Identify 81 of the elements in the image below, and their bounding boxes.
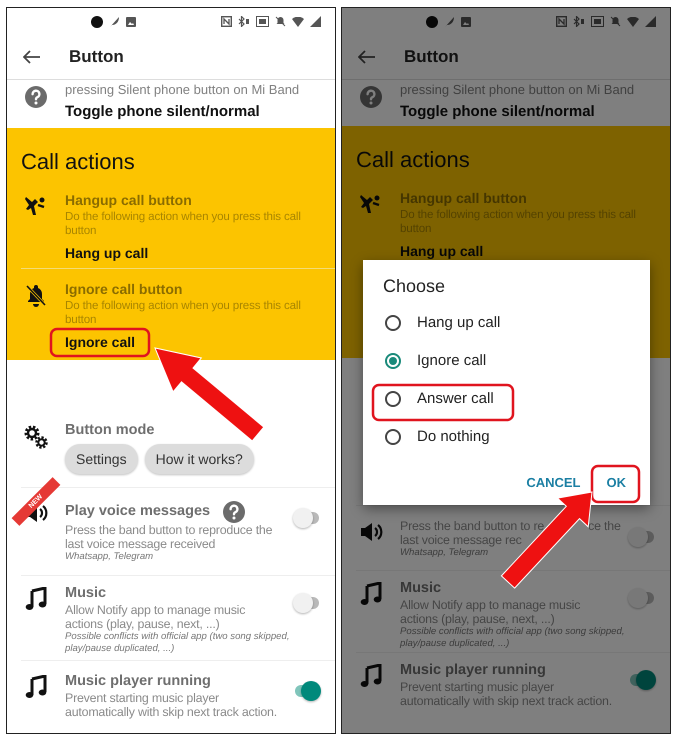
- toggle-switch[interactable]: [628, 670, 656, 690]
- image-icon: [126, 16, 136, 26]
- setting-value[interactable]: Ignore call: [65, 333, 136, 351]
- setting-description: pressing Silent phone button on Mi Band: [65, 82, 300, 97]
- setting-description: Do the following action when you press this call button: [65, 299, 302, 327]
- setting-title: Play voice messages: [65, 502, 210, 520]
- radio-button[interactable]: [385, 390, 401, 407]
- wifi-icon: [627, 16, 639, 26]
- music-note-icon: [360, 664, 382, 688]
- feather-icon: [109, 16, 120, 28]
- setting-note: Whatsapp, Telegram: [65, 551, 154, 563]
- setting-description: Press the band button to re: [400, 518, 544, 533]
- bell-off-icon: [275, 16, 286, 27]
- setting-title: Hangup call button: [65, 192, 193, 209]
- signal-icon: [310, 16, 321, 27]
- toggle-switch[interactable]: [293, 593, 321, 613]
- section-title: Call actions: [20, 148, 136, 176]
- setting-title: Button mode: [65, 422, 156, 439]
- bell-off-icon: [25, 283, 47, 307]
- music-note-icon: [25, 587, 47, 611]
- setting-value[interactable]: Toggle phone silent/normal: [400, 103, 654, 120]
- setting-value[interactable]: Hang up call: [65, 244, 148, 262]
- setting-note: Whatsapp, Telegram: [400, 546, 488, 559]
- pill-button[interactable]: How it works?: [144, 444, 254, 474]
- setting-description: ce the: [588, 518, 621, 533]
- dot-icon: [426, 16, 438, 28]
- radio-option[interactable]: Do nothing: [363, 418, 650, 456]
- bluetooth-icon: [573, 16, 585, 27]
- radio-button[interactable]: [385, 428, 401, 445]
- setting-description: Press the band button to reproduce the last voice message received: [65, 523, 274, 551]
- setting-title: Hangup call button: [400, 190, 528, 207]
- nfc-icon: [556, 16, 567, 27]
- setting-title: Music player running: [65, 673, 211, 690]
- setting-description: Allow Notify app to manage music actions (play, pause, next, ...): [400, 598, 582, 626]
- bell-off-icon: [610, 16, 621, 27]
- back-arrow-icon[interactable]: [23, 50, 41, 64]
- dialog-button[interactable]: OK: [600, 464, 632, 500]
- setting-description: last voice message rec: [400, 532, 522, 547]
- help-icon: [359, 85, 383, 109]
- setting-description: Do the following action when you press this call button: [65, 210, 302, 238]
- radio-option[interactable]: Hang up call: [363, 304, 650, 342]
- help-icon: [222, 500, 246, 524]
- pill-button[interactable]: Settings: [65, 444, 138, 474]
- dialog-button[interactable]: CANCEL: [520, 464, 586, 500]
- toggle-switch[interactable]: [628, 588, 656, 608]
- setting-description: pressing Silent phone button on Mi Band: [400, 82, 634, 97]
- toggle-switch[interactable]: [293, 508, 321, 528]
- image-icon: [461, 16, 471, 26]
- music-note-icon: [360, 582, 382, 606]
- music-note-icon: [25, 675, 47, 699]
- setting-title: Ignore call button: [65, 281, 184, 298]
- dialog-title: Choose: [382, 274, 446, 298]
- feather-icon: [444, 16, 455, 28]
- back-arrow-icon[interactable]: [358, 50, 376, 64]
- radio-button[interactable]: [385, 314, 401, 331]
- setting-description: Prevent starting music player automatically with skip next track action.: [400, 680, 613, 708]
- screen-title: Button: [404, 47, 459, 67]
- bluetooth-icon: [238, 16, 250, 27]
- nfc-icon: [221, 16, 232, 27]
- radio-button[interactable]: [385, 352, 401, 369]
- setting-description: Prevent starting music player automatically with skip next track action.: [65, 691, 278, 719]
- setting-title: Music: [400, 580, 442, 598]
- help-icon: [24, 85, 48, 109]
- gears-icon: [23, 424, 49, 450]
- speaker-icon: [359, 520, 383, 543]
- setting-note: Possible conflicts with official app (two song skipped, play/pause duplicated, ...): [65, 631, 290, 655]
- setting-title: Music: [65, 585, 106, 602]
- screen-title: Button: [69, 47, 124, 67]
- setting-value[interactable]: Toggle phone silent/normal: [65, 103, 319, 120]
- radio-option[interactable]: Answer call: [363, 380, 650, 418]
- toggle-switch[interactable]: [293, 681, 321, 701]
- setting-description: Allow Notify app to manage music actions (play, pause, next, ...): [65, 603, 246, 631]
- toggle-switch[interactable]: [628, 526, 656, 547]
- dot-icon: [91, 16, 103, 28]
- setting-title: Music player running: [400, 662, 546, 679]
- setting-note: Possible conflicts with official app (two song skipped, play/pause duplicated, ...): [400, 626, 626, 650]
- signal-icon: [645, 16, 656, 27]
- wifi-icon: [292, 16, 304, 26]
- radio-option[interactable]: Ignore call: [363, 342, 650, 380]
- highlight-box: [590, 464, 640, 504]
- section-title: Call actions: [355, 146, 471, 174]
